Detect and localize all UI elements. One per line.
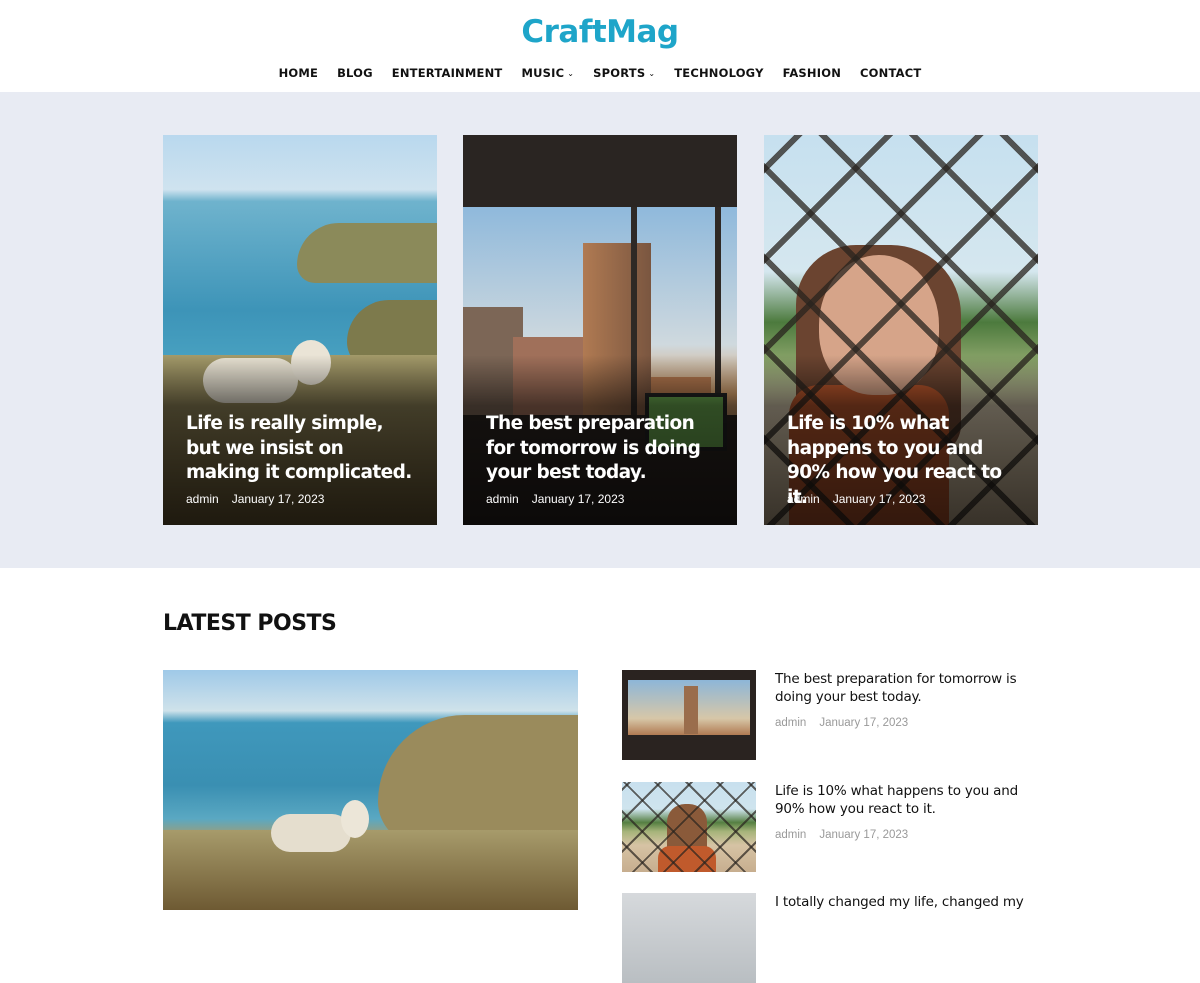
- nav-item-technology[interactable]: TECHNOLOGY: [674, 66, 763, 80]
- main-nav: HOME BLOG ENTERTAINMENT MUSIC ⌄ SPORTS ⌄ T…: [0, 66, 1200, 80]
- nav-item-blog[interactable]: BLOG: [337, 66, 373, 80]
- post-author[interactable]: admin: [775, 829, 806, 841]
- chevron-down-icon: ⌄: [648, 68, 656, 78]
- featured-section: Life is really simple, but we insist on …: [0, 92, 1200, 568]
- post-date[interactable]: January 17, 2023: [833, 492, 926, 506]
- featured-card[interactable]: Life is really simple, but we insist on …: [163, 135, 437, 525]
- featured-title[interactable]: The best preparation for tomorrow is doi…: [486, 412, 719, 486]
- nav-item-fashion[interactable]: FASHION: [783, 66, 841, 80]
- nav-item-label: FASHION: [782, 66, 842, 80]
- nav-item-label: SPORTS: [593, 66, 646, 80]
- list-item[interactable]: I totally changed my life, changed my: [622, 893, 1042, 983]
- site-logo[interactable]: CraftMag: [0, 14, 1200, 50]
- post-title[interactable]: I totally changed my life, changed my: [775, 893, 1040, 911]
- list-item[interactable]: The best preparation for tomorrow is doi…: [622, 670, 1042, 760]
- nav-item-contact[interactable]: CONTACT: [860, 66, 921, 80]
- post-meta: admin January 17, 2023: [775, 717, 908, 729]
- post-date[interactable]: January 17, 2023: [819, 717, 908, 729]
- post-author[interactable]: admin: [775, 717, 806, 729]
- latest-posts-heading: LATEST POSTS: [163, 611, 337, 636]
- post-date[interactable]: January 17, 2023: [232, 492, 325, 506]
- latest-main-post-image[interactable]: [163, 670, 578, 910]
- post-meta: admin January 17, 2023: [186, 492, 324, 506]
- post-date[interactable]: January 17, 2023: [532, 492, 625, 506]
- sheep-figure: [271, 800, 369, 852]
- nav-item-label: MUSIC: [521, 66, 565, 80]
- post-title[interactable]: The best preparation for tomorrow is doi…: [775, 670, 1040, 706]
- post-title[interactable]: Life is 10% what happens to you and 90% …: [775, 782, 1040, 818]
- post-thumbnail[interactable]: [622, 893, 756, 983]
- list-item[interactable]: Life is 10% what happens to you and 90% …: [622, 782, 1042, 872]
- nav-item-label: TECHNOLOGY: [674, 66, 764, 80]
- post-author[interactable]: admin: [787, 492, 820, 506]
- featured-title[interactable]: Life is really simple, but we insist on …: [186, 412, 419, 486]
- featured-card[interactable]: The best preparation for tomorrow is doi…: [463, 135, 737, 525]
- nav-item-entertainment[interactable]: ENTERTAINMENT: [392, 66, 503, 80]
- nav-item-music[interactable]: MUSIC ⌄: [521, 66, 574, 80]
- nav-item-label: BLOG: [337, 66, 373, 80]
- nav-item-home[interactable]: HOME: [279, 66, 319, 80]
- post-meta: admin January 17, 2023: [486, 492, 624, 506]
- nav-item-sports[interactable]: SPORTS ⌄: [593, 66, 655, 80]
- post-author[interactable]: admin: [186, 492, 219, 506]
- site-header: CraftMag HOME BLOG ENTERTAINMENT MUSIC ⌄ …: [0, 0, 1200, 92]
- nav-item-label: ENTERTAINMENT: [391, 66, 503, 80]
- nav-item-label: HOME: [278, 66, 319, 80]
- post-date[interactable]: January 17, 2023: [819, 829, 908, 841]
- featured-card[interactable]: Life is 10% what happens to you and 90% …: [764, 135, 1038, 525]
- post-author[interactable]: admin: [486, 492, 519, 506]
- post-thumbnail[interactable]: [622, 670, 756, 760]
- nav-item-label: CONTACT: [860, 66, 922, 80]
- post-meta: admin January 17, 2023: [775, 829, 908, 841]
- post-meta: admin January 17, 2023: [787, 492, 925, 506]
- post-thumbnail[interactable]: [622, 782, 756, 872]
- chevron-down-icon: ⌄: [567, 68, 575, 78]
